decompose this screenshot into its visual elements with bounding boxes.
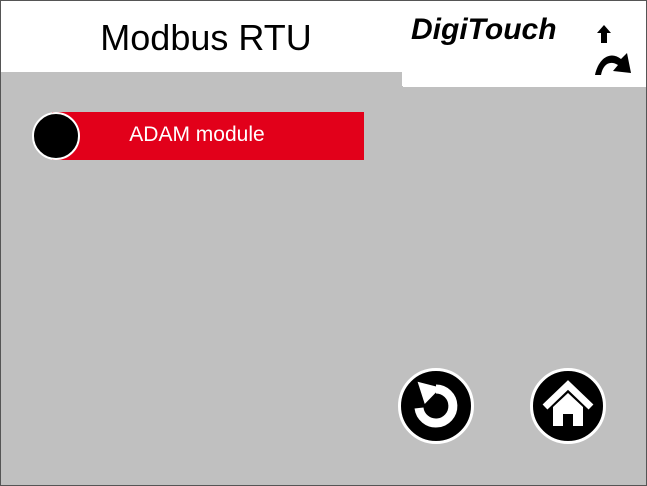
header-divider xyxy=(1,72,402,86)
menu-item-adam-module[interactable]: ADAM module xyxy=(32,112,364,160)
header: Modbus RTU DigiTouch xyxy=(1,1,646,87)
hmi-screen: Modbus RTU DigiTouch ADAM module xyxy=(0,0,647,486)
page-title: Modbus RTU xyxy=(100,17,312,58)
back-button[interactable] xyxy=(398,368,474,444)
logo-text: DigiTouch xyxy=(411,13,557,46)
digitouch-logo: DigiTouch xyxy=(403,1,646,87)
logo-arrows-icon xyxy=(595,25,631,75)
home-icon xyxy=(542,380,594,426)
menu-item-indicator xyxy=(32,112,80,160)
back-icon xyxy=(414,381,458,428)
home-button[interactable] xyxy=(530,368,606,444)
